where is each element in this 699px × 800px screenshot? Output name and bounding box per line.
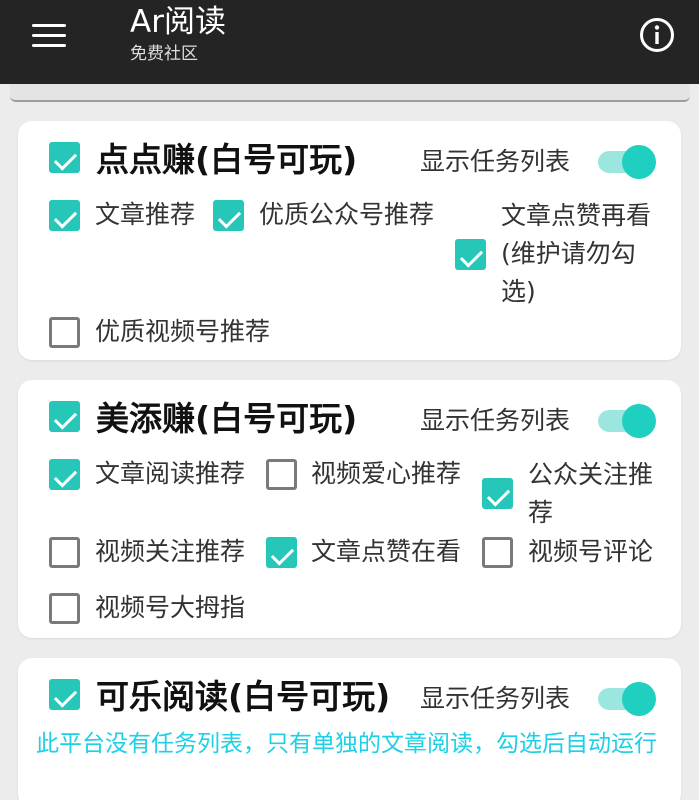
show-tasks-toggle[interactable] xyxy=(598,404,658,438)
option-checkbox[interactable] xyxy=(49,459,80,490)
option-checkbox[interactable] xyxy=(266,537,297,568)
option-label[interactable]: 视频号大拇指 xyxy=(95,590,245,626)
platform-note: 此平台没有任务列表，只有单独的文章阅读，勾选后自动运行 xyxy=(36,731,657,757)
platform-card-diandianzhuan: 点点赚(白号可玩) 显示任务列表 文章推荐 优质公众号推荐 文章点赞再看(维护请… xyxy=(18,121,681,360)
option-label[interactable]: 优质公众号推荐 xyxy=(259,197,434,233)
option-checkbox[interactable] xyxy=(49,200,80,231)
option-checkbox[interactable] xyxy=(49,537,80,568)
collapsed-panel-edge xyxy=(10,84,690,102)
platform-card-kele: 可乐阅读(白号可玩) 显示任务列表 此平台没有任务列表，只有单独的文章阅读，勾选… xyxy=(18,658,681,800)
option-checkbox[interactable] xyxy=(266,459,297,490)
show-tasks-label: 显示任务列表 xyxy=(420,147,571,176)
option-label[interactable]: 文章推荐 xyxy=(95,197,195,233)
show-tasks-label: 显示任务列表 xyxy=(420,406,571,435)
option-label[interactable]: 文章阅读推荐 xyxy=(95,456,245,492)
app-subtitle: 免费社区 xyxy=(130,44,198,64)
show-tasks-label: 显示任务列表 xyxy=(420,684,571,713)
platform-title: 美添赚(白号可玩) xyxy=(96,399,358,438)
option-checkbox[interactable] xyxy=(49,593,80,624)
option-label[interactable]: 视频爱心推荐 xyxy=(311,456,461,492)
app-title: Ar阅读 xyxy=(130,4,226,40)
platform-card-meitianzhuan: 美添赚(白号可玩) 显示任务列表 文章阅读推荐 视频爱心推荐 公众关注推荐 视频… xyxy=(18,380,681,638)
option-label[interactable]: 公众关注推荐 xyxy=(528,456,664,532)
option-checkbox[interactable] xyxy=(455,239,486,270)
platform-title: 点点赚(白号可玩) xyxy=(96,140,358,179)
app-bar: Ar阅读 免费社区 xyxy=(0,0,699,84)
platform-enable-checkbox[interactable] xyxy=(49,679,80,710)
option-label[interactable]: 视频号评论 xyxy=(528,534,653,570)
option-checkbox[interactable] xyxy=(213,200,244,231)
info-icon[interactable] xyxy=(638,16,676,54)
menu-icon[interactable] xyxy=(30,22,70,52)
option-label[interactable]: 文章点赞在看 xyxy=(311,534,461,570)
option-label[interactable]: 视频关注推荐 xyxy=(95,534,245,570)
option-label[interactable]: 优质视频号推荐 xyxy=(95,314,270,350)
option-checkbox[interactable] xyxy=(482,478,513,509)
option-label[interactable]: 文章点赞再看(维护请勿勾选) xyxy=(501,197,667,311)
option-checkbox[interactable] xyxy=(482,537,513,568)
show-tasks-toggle[interactable] xyxy=(598,145,658,179)
option-checkbox[interactable] xyxy=(49,317,80,348)
platform-enable-checkbox[interactable] xyxy=(49,142,80,173)
platform-enable-checkbox[interactable] xyxy=(49,401,80,432)
platform-title: 可乐阅读(白号可玩) xyxy=(96,677,391,716)
show-tasks-toggle[interactable] xyxy=(598,682,658,716)
